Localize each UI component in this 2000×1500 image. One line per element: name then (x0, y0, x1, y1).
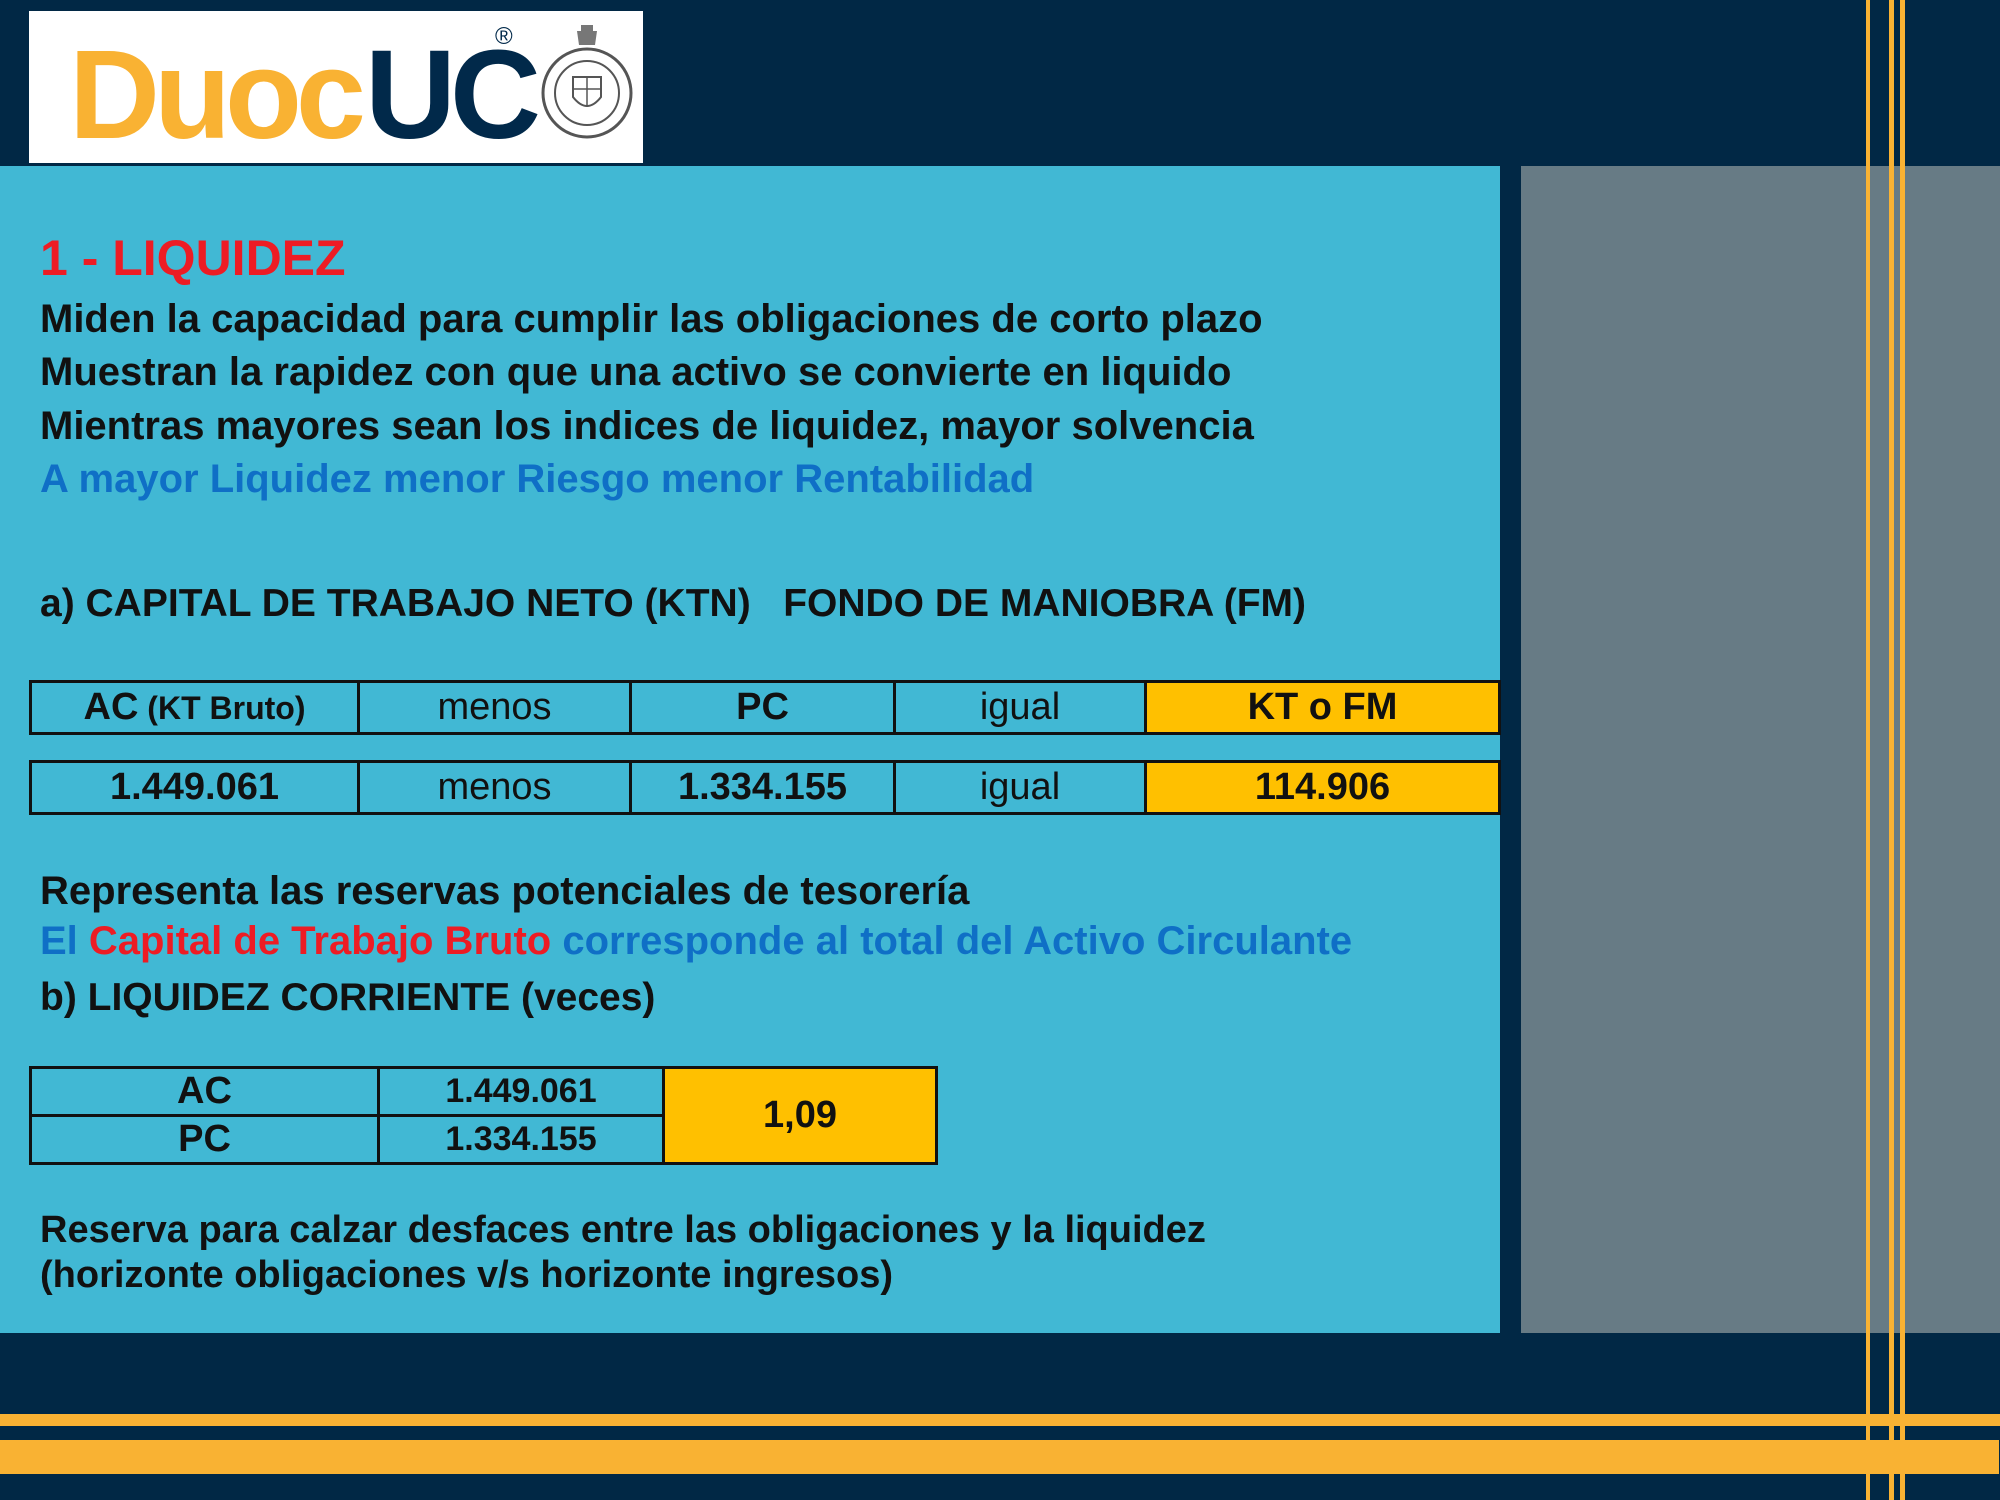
table-cell: PC (29, 1114, 380, 1165)
gold-vertical-line (1889, 0, 1894, 1500)
logo-duoc-text: Duoc (69, 24, 366, 165)
table-cell: 1.334.155 (377, 1114, 665, 1165)
table-cell-result: 114.906 (1144, 760, 1501, 815)
represent-line: Representa las reservas potenciales de t… (40, 869, 970, 913)
gold-vertical-line (1900, 0, 1905, 1500)
gold-horizontal-line (0, 1414, 2000, 1426)
capital-line-part: El (40, 919, 89, 963)
section-a-heading: a) CAPITAL DE TRABAJO NETO (KTN) FONDO D… (40, 582, 1307, 625)
table-cell: 1.449.061 (377, 1066, 665, 1117)
section-b-heading: b) LIQUIDEZ CORRIENTE (veces) (40, 976, 656, 1019)
highlight-line: A mayor Liquidez menor Riesgo menor Rent… (40, 457, 1035, 501)
capital-line-part: corresponde al total del Activo Circulan… (551, 919, 1353, 963)
table-cell-result: 1,09 (662, 1066, 938, 1165)
registered-mark: ® (495, 23, 513, 50)
cell-label: AC (83, 686, 139, 728)
table-cell: PC (629, 680, 896, 735)
cell-sublabel: (KT Bruto) (138, 690, 306, 726)
page-title: 1 - LIQUIDEZ (40, 230, 346, 286)
gold-horizontal-band (0, 1440, 1999, 1474)
table-cell: AC (KT Bruto) (29, 680, 360, 735)
table-row: AC (KT Bruto) menos PC igual KT o FM (29, 680, 1501, 735)
table-cell: igual (893, 760, 1147, 815)
capital-line: El Capital de Trabajo Bruto corresponde … (40, 919, 1352, 964)
gold-vertical-line (1866, 0, 1870, 1500)
table-row: AC 1.449.061 1,09 (29, 1066, 938, 1165)
table-cell-result: KT o FM (1144, 680, 1501, 735)
footer-line: Reserva para calzar desfaces entre las o… (40, 1209, 1206, 1251)
table-cell: menos (357, 760, 632, 815)
liquidez-corriente-table: AC 1.449.061 1,09 PC 1.334.155 (29, 1066, 938, 1165)
capital-line-emphasis: Capital de Trabajo Bruto (88, 919, 552, 963)
table-cell: AC (29, 1066, 380, 1117)
intro-line: Muestran la rapidez con que una activo s… (40, 350, 1232, 394)
table-cell: 1.449.061 (29, 760, 360, 815)
footer-line: (horizonte obligaciones v/s horizonte in… (40, 1254, 893, 1296)
table-cell: igual (893, 680, 1147, 735)
duoc-uc-logo: Duoc UC ® (29, 11, 643, 165)
ktn-formula-table: AC (KT Bruto) menos PC igual KT o FM (29, 680, 1501, 735)
table-cell: 1.334.155 (629, 760, 896, 815)
table-row: 1.449.061 menos 1.334.155 igual 114.906 (29, 760, 1501, 815)
ktn-values-table: 1.449.061 menos 1.334.155 igual 114.906 (29, 760, 1501, 815)
intro-line: Mientras mayores sean los indices de liq… (40, 404, 1254, 448)
intro-line: Miden la capacidad para cumplir las obli… (40, 297, 1263, 341)
university-seal-icon (541, 25, 633, 139)
table-cell: menos (357, 680, 632, 735)
side-panel (1521, 166, 2000, 1333)
